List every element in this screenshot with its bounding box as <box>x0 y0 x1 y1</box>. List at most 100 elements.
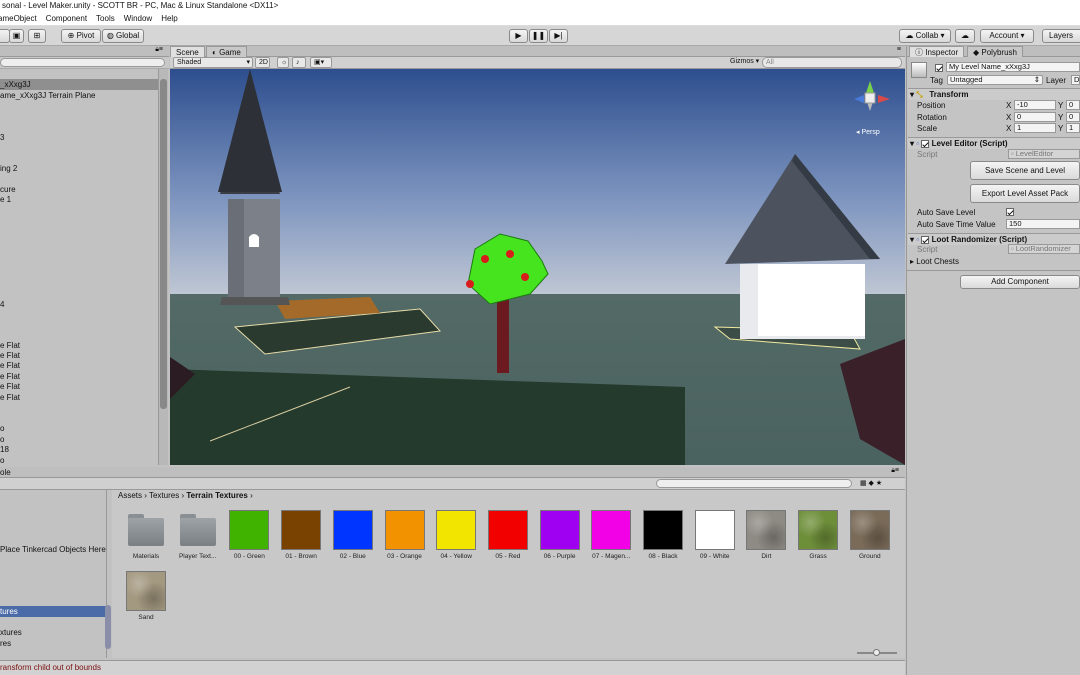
hierarchy-scrollbar[interactable] <box>158 69 168 465</box>
save-scene-button[interactable]: Save Scene and Level <box>970 161 1080 180</box>
scene-search-input[interactable]: All <box>762 57 902 68</box>
breadcrumb-assets[interactable]: Assets <box>118 491 142 500</box>
asset-item[interactable]: Sand <box>121 571 171 621</box>
tab-scene[interactable]: Scene <box>170 46 205 57</box>
tag-select[interactable]: Untagged ⇕ <box>947 75 1043 85</box>
rect-tool-button[interactable]: ▣ <box>9 29 24 43</box>
asset-item[interactable]: 01 - Brown <box>276 510 326 560</box>
hierarchy-scroll-thumb[interactable] <box>160 79 167 409</box>
tab-game[interactable]: ◐ Game <box>206 46 247 57</box>
zoom-slider[interactable] <box>857 649 897 656</box>
asset-item[interactable]: Materials <box>121 510 171 560</box>
asset-item[interactable]: 07 - Magen... <box>586 510 636 560</box>
transform-header[interactable]: ▾ ⤡ Transform <box>908 88 1080 100</box>
hierarchy-item[interactable]: 3 <box>0 132 158 143</box>
hierarchy-item[interactable]: ing 2 <box>0 163 158 174</box>
hierarchy-item[interactable]: e Flat <box>0 360 158 371</box>
breadcrumb-textures[interactable]: Textures <box>149 491 179 500</box>
hierarchy-item[interactable]: 4 <box>0 299 158 310</box>
loot-chests-foldout[interactable]: ▸ Loot Chests <box>910 257 959 266</box>
menu-item[interactable]: Component <box>46 14 87 23</box>
hierarchy-item[interactable]: e Flat <box>0 392 158 403</box>
asset-item[interactable]: Grass <box>793 510 843 560</box>
gizmos-dropdown[interactable]: Gizmos ▾ <box>727 57 761 68</box>
export-asset-pack-button[interactable]: Export Level Asset Pack <box>970 184 1080 203</box>
menu-item[interactable]: Help <box>161 14 177 23</box>
scale-y-field[interactable]: 1 <box>1066 123 1080 133</box>
transform-tool-button[interactable]: ⊞ <box>28 29 46 43</box>
tab-polybrush[interactable]: ◆ Polybrush <box>967 46 1023 57</box>
project-search-input[interactable] <box>656 479 852 488</box>
persp-label[interactable]: ◂ Persp <box>856 128 880 136</box>
hierarchy-item[interactable]: 18 <box>0 444 158 455</box>
effects-toggle[interactable]: ▣▾ <box>310 57 332 68</box>
global-button[interactable]: ◍ Global <box>102 29 144 43</box>
menu-item[interactable]: ameObject <box>0 14 37 23</box>
level-editor-header[interactable]: ▾ ▫ Level Editor (Script) <box>908 137 1080 149</box>
hierarchy-search-input[interactable] <box>0 58 165 67</box>
project-folder-item[interactable]: Place Tinkercad Objects Here <box>0 544 106 555</box>
level-editor-enabled-checkbox[interactable] <box>921 139 930 148</box>
pause-button[interactable]: ❚❚ <box>529 29 548 43</box>
loot-enabled-checkbox[interactable] <box>921 235 930 244</box>
zoom-slider-knob[interactable] <box>873 649 880 656</box>
asset-item[interactable]: 00 - Green <box>224 510 274 560</box>
asset-item[interactable]: 06 - Purple <box>535 510 585 560</box>
position-y-field[interactable]: 0 <box>1066 100 1080 110</box>
active-checkbox[interactable] <box>935 63 943 72</box>
breadcrumb-terrain-textures[interactable]: Terrain Textures <box>186 491 248 500</box>
scene-label: Scene <box>176 48 199 57</box>
auto-save-checkbox[interactable] <box>1006 207 1014 216</box>
add-component-button[interactable]: Add Component <box>960 275 1080 289</box>
lighting-toggle[interactable]: ☼ <box>277 57 289 68</box>
project-folder-item[interactable]: xtures <box>0 627 106 638</box>
asset-item[interactable]: 02 - Blue <box>328 510 378 560</box>
object-name-field[interactable]: My Level Name_xXxg3J <box>946 62 1080 72</box>
lock-icon[interactable]: 🔒︎≡ <box>155 46 163 54</box>
project-folder-item[interactable]: tures <box>0 606 106 617</box>
shading-mode-select[interactable]: Shaded ▾ <box>173 57 253 68</box>
hierarchy-item[interactable]: e Flat <box>0 381 158 392</box>
hierarchy-item[interactable]: e 1 <box>0 194 158 205</box>
menu-item[interactable]: Tools <box>96 14 115 23</box>
layers-button[interactable]: Layers <box>1042 29 1080 43</box>
asset-item[interactable]: 09 - White <box>690 510 740 560</box>
hierarchy-item[interactable]: _xXxg3J <box>0 79 158 90</box>
step-button[interactable]: ▶| <box>549 29 568 43</box>
tab-inspector[interactable]: ⓘ Inspector <box>909 46 965 57</box>
rotation-y-field[interactable]: 0 <box>1066 112 1080 122</box>
transform-tool-icon: ⊞ <box>33 31 41 40</box>
project-folder-item[interactable]: res <box>0 638 106 649</box>
scene-viewport[interactable]: ◂ Persp <box>170 69 905 465</box>
menu-item[interactable]: Window <box>124 14 152 23</box>
position-x-field[interactable]: -10 <box>1014 100 1056 110</box>
asset-item[interactable]: 05 - Red <box>483 510 533 560</box>
account-button[interactable]: Account ▾ <box>980 29 1034 43</box>
project-tree-scroll-thumb[interactable] <box>105 605 111 649</box>
panel-menu-icon[interactable]: ≡ <box>897 46 901 53</box>
audio-toggle[interactable]: ♪ <box>292 57 306 68</box>
asset-item[interactable]: Ground <box>845 510 895 560</box>
loot-chests-label: Loot Chests <box>916 257 959 266</box>
hierarchy-item[interactable]: o <box>0 455 158 466</box>
layer-select[interactable]: D <box>1071 75 1080 85</box>
hierarchy-item[interactable]: ame_xXxg3J Terrain Plane <box>0 90 158 101</box>
asset-item[interactable]: Player Text... <box>173 510 223 560</box>
play-button[interactable]: ▶ <box>509 29 528 43</box>
asset-item[interactable]: 08 - Black <box>638 510 688 560</box>
status-message[interactable]: ransform child out of bounds <box>0 663 101 672</box>
asset-item[interactable]: Dirt <box>741 510 791 560</box>
auto-save-time-field[interactable]: 150 <box>1006 219 1080 229</box>
filter-icons[interactable]: ▦ ◆ ★ <box>860 479 882 487</box>
cloud-services-button[interactable]: ☁ <box>955 29 975 43</box>
2d-toggle[interactable]: 2D <box>255 57 270 68</box>
collab-button[interactable]: ☁ Collab ▾ <box>899 29 951 43</box>
pivot-button[interactable]: ⊕ Pivot <box>61 29 101 43</box>
project-lock-icon[interactable]: 🔒︎≡ <box>891 467 899 475</box>
asset-item[interactable]: 03 - Orange <box>380 510 430 560</box>
asset-item[interactable]: 04 - Yellow <box>431 510 481 560</box>
console-tab-label[interactable]: ole <box>0 468 11 477</box>
scale-x-field[interactable]: 1 <box>1014 123 1056 133</box>
hierarchy-item[interactable]: o <box>0 423 158 434</box>
rotation-x-field[interactable]: 0 <box>1014 112 1056 122</box>
